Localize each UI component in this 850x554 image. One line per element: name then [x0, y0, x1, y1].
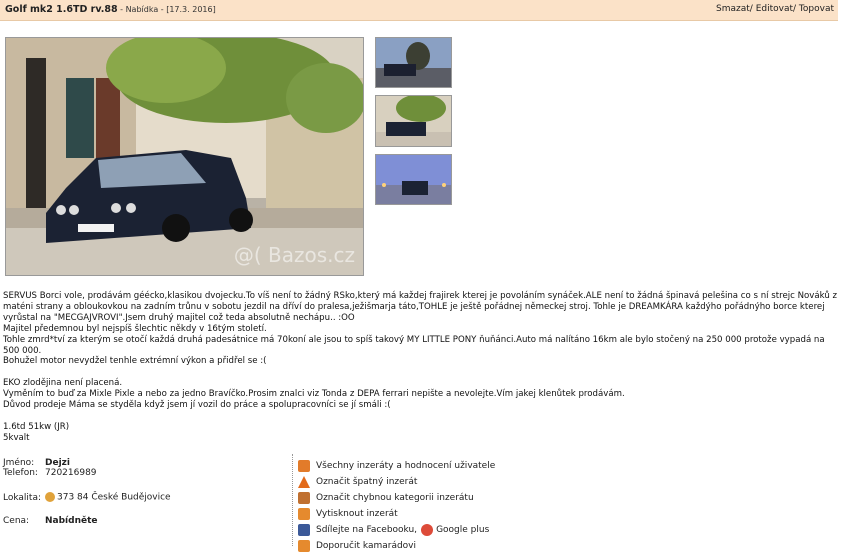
print-link[interactable]: Vytisknout inzerát	[316, 507, 398, 521]
seller-phone-row: Telefon: 720216989	[3, 468, 97, 478]
divider	[292, 454, 293, 546]
car-photo-thumb-2	[376, 96, 451, 146]
report-bad-row: Označit špatný inzerát	[298, 474, 495, 490]
car-photo-thumb-3	[376, 155, 451, 204]
printer-icon	[298, 508, 310, 520]
description-line: Bohužel motor nevydžel tenhle extrémní v…	[3, 356, 267, 367]
top-link[interactable]: Topovat	[799, 4, 834, 14]
phone-label: Telefon:	[3, 468, 38, 478]
price-row: Cena: Nabídněte	[3, 516, 98, 526]
description-line: SERVUS Borci vole, prodávám géécko,klasi…	[3, 291, 838, 323]
all-ads-link[interactable]: Všechny inzeráty a hodnocení uživatele	[316, 459, 495, 473]
google-plus-link[interactable]: Google plus	[436, 523, 489, 537]
ad-category: - Nabídka -	[117, 5, 167, 14]
description-line: 1.6td 51kw (JR)	[3, 421, 70, 432]
description-line: Vyměním to buď za Mixle Pixle a nebo za …	[3, 389, 625, 400]
recommend-icon	[298, 540, 310, 552]
description-line: Důvod prodeje Máma se styděla když jsem …	[3, 400, 391, 411]
car-photo-thumb-1	[376, 38, 451, 87]
ad-header-bar: Golf mk2 1.6TD rv.88 - Nabídka - [17.3. …	[0, 0, 838, 21]
recommend-row: Doporučit kamarádovi	[298, 538, 495, 554]
thumbnail-3[interactable]	[375, 154, 452, 205]
delete-link[interactable]: Smazat	[716, 4, 750, 14]
all-ads-row: Všechny inzeráty a hodnocení uživatele	[298, 458, 495, 474]
ad-title: Golf mk2 1.6TD rv.88 - Nabídka - [17.3. …	[5, 4, 216, 15]
swap-arrows-icon	[298, 492, 310, 504]
warning-icon	[298, 476, 310, 488]
main-photo[interactable]: @( Bazos.cz	[5, 37, 364, 276]
location-pin-icon	[45, 492, 55, 502]
share-row: Sdílejte na Facebooku, Google plus	[298, 522, 495, 538]
ad-description: SERVUS Borci vole, prodávám géécko,klasi…	[3, 291, 843, 444]
report-category-link[interactable]: Označit chybnou kategorii inzerátu	[316, 491, 474, 505]
description-gap	[3, 411, 843, 422]
thumbnail-2[interactable]	[375, 95, 452, 147]
description-line: Majitel předemnou byl nejspíš šlechtic n…	[3, 323, 267, 334]
description-line: Tohle zmrd*tví za kterým se otočí každá …	[3, 334, 825, 356]
recommend-link[interactable]: Doporučit kamarádovi	[316, 539, 416, 553]
description-line: 5kvalt	[3, 432, 30, 443]
facebook-icon	[298, 524, 310, 536]
seller-name-row: Jméno: Dejzi	[3, 458, 70, 468]
description-line: EKO zlodějina není placená.	[3, 378, 123, 389]
seller-name: Dejzi	[45, 458, 70, 468]
edit-link[interactable]: Editovat	[756, 4, 793, 14]
print-row: Vytisknout inzerát	[298, 506, 495, 522]
price-label: Cena:	[3, 516, 30, 526]
seller-location-row: Lokalita: 373 84 České Budějovice	[3, 492, 171, 503]
ad-date: [17.3. 2016]	[166, 5, 216, 14]
report-bad-link[interactable]: Označit špatný inzerát	[316, 475, 417, 489]
thumbnail-1[interactable]	[375, 37, 452, 88]
google-plus-icon	[421, 524, 434, 536]
price-value: Nabídněte	[45, 516, 98, 526]
report-category-row: Označit chybnou kategorii inzerátu	[298, 490, 495, 506]
description-gap	[3, 367, 843, 378]
watermark: @( Bazos.cz	[233, 243, 355, 267]
ad-links: Všechny inzeráty a hodnocení uživatele O…	[298, 458, 495, 554]
seller-phone: 720216989	[45, 468, 97, 478]
location-label: Lokalita:	[3, 492, 42, 503]
seller-location[interactable]: 373 84 České Budějovice	[57, 493, 171, 503]
ad-title-text: Golf mk2 1.6TD rv.88	[5, 4, 118, 15]
car-photo-main	[6, 38, 363, 275]
ad-actions: Smazat/ Editovat/ Topovat	[716, 4, 834, 14]
name-label: Jméno:	[3, 458, 35, 468]
share-facebook-link[interactable]: Sdílejte na Facebooku,	[316, 523, 417, 537]
user-ads-icon	[298, 460, 310, 472]
